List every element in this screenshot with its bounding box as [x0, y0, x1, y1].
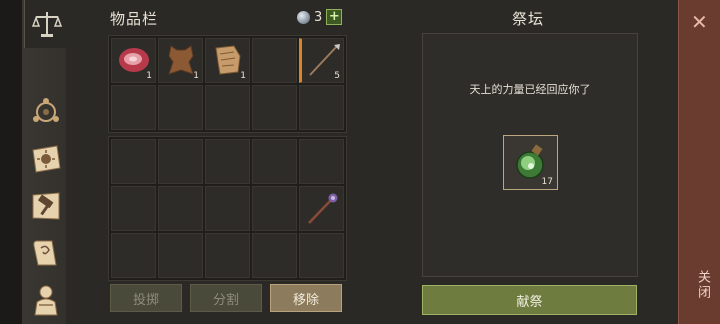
inventory-slot-empty[interactable]: [252, 186, 297, 231]
sun-book-icon: [32, 145, 61, 173]
inventory-slot-empty[interactable]: [158, 233, 203, 278]
split-button[interactable]: 分割: [190, 284, 262, 312]
throw-button[interactable]: 投掷: [110, 284, 182, 312]
item-quantity: 5: [334, 71, 340, 81]
remove-button[interactable]: 移除: [270, 284, 342, 312]
scales-icon: [31, 12, 63, 37]
inventory-slot[interactable]: 1: [111, 38, 156, 83]
tab-scroll-quest[interactable]: [24, 229, 68, 277]
inventory-slot[interactable]: 1: [205, 38, 250, 83]
item-quantity: 17: [541, 177, 553, 187]
inventory-slot-empty[interactable]: [205, 186, 250, 231]
inventory-slot-empty[interactable]: [158, 139, 203, 184]
tab-inventory-scales[interactable]: [24, 0, 69, 48]
green-potion-icon: [516, 144, 544, 179]
inventory-slot-empty[interactable]: [111, 139, 156, 184]
altar-item-slot[interactable]: 17: [503, 135, 558, 190]
inventory-grid-top: 1 1 1 5: [108, 35, 347, 133]
currency-amount: 3: [314, 9, 323, 25]
inventory-slot-empty[interactable]: [158, 186, 203, 231]
inventory-slot-empty[interactable]: [299, 139, 344, 184]
inventory-slot-empty[interactable]: [299, 233, 344, 278]
inventory-slot-empty[interactable]: [252, 139, 297, 184]
inventory-slot-equipped[interactable]: 5: [299, 38, 344, 83]
item-quantity: 1: [240, 71, 246, 81]
close-panel[interactable]: ✕ 关闭: [678, 0, 720, 324]
inventory-slot-empty[interactable]: [111, 233, 156, 278]
inventory-title: 物品栏: [110, 10, 159, 28]
inventory-slot-empty[interactable]: [205, 139, 250, 184]
tab-hammer-craft[interactable]: [24, 182, 68, 230]
item-quantity: 1: [146, 71, 152, 81]
inventory-slot-empty[interactable]: [252, 233, 297, 278]
tab-triskelion[interactable]: [24, 88, 68, 136]
offer-button[interactable]: 献祭: [422, 285, 637, 315]
inventory-slot-empty[interactable]: [111, 186, 156, 231]
scroll-icon: [33, 240, 57, 266]
close-label[interactable]: 关闭: [693, 270, 712, 300]
inventory-slot-empty[interactable]: [299, 85, 344, 130]
tab-character[interactable]: [24, 276, 68, 324]
inventory-slot-empty[interactable]: [205, 233, 250, 278]
mace-icon: [308, 193, 338, 224]
inventory-slot-empty[interactable]: [205, 85, 250, 130]
altar-message: 天上的力量已经回应你了: [469, 83, 591, 96]
altar-title: 祭坛: [512, 10, 545, 28]
currency-display: 3 +: [297, 9, 343, 25]
inventory-slot-empty[interactable]: [111, 85, 156, 130]
add-currency-button[interactable]: +: [326, 9, 343, 25]
close-icon[interactable]: ✕: [691, 10, 708, 34]
triskelion-icon: [33, 98, 59, 122]
character-icon: [34, 285, 58, 316]
inventory-slot-empty[interactable]: [158, 85, 203, 130]
inventory-slot-empty[interactable]: [252, 38, 297, 83]
inventory-slot[interactable]: 1: [158, 38, 203, 83]
hammer-icon: [32, 192, 60, 220]
gem-icon: [297, 10, 310, 24]
altar-panel: 天上的力量已经回应你了 17: [422, 33, 638, 277]
inventory-slot-empty[interactable]: [252, 85, 297, 130]
tab-sun-book[interactable]: [24, 135, 68, 183]
inventory-grid-bottom: [108, 136, 347, 281]
item-quantity: 1: [193, 71, 199, 81]
inventory-slot[interactable]: [299, 186, 344, 231]
